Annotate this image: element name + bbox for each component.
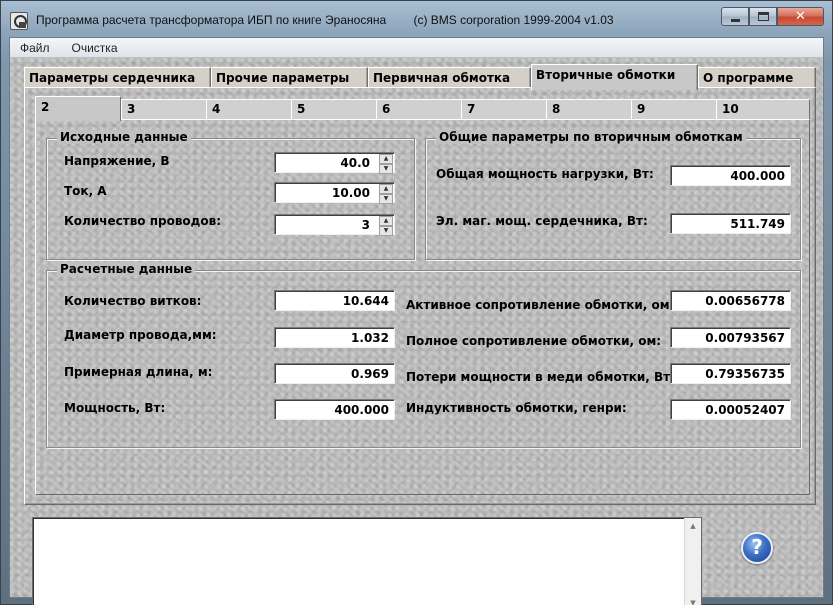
length-field[interactable]: 0.969 <box>274 363 395 384</box>
spin-up-icon[interactable]: ▲ <box>379 154 393 164</box>
subtab-9[interactable]: 9 <box>631 99 717 120</box>
load-power-label: Общая мощность нагрузки, Вт: <box>436 167 654 181</box>
subtab-6[interactable]: 6 <box>376 99 462 120</box>
full-resistance-label: Полное сопротивление обмотки, ом: <box>406 334 662 348</box>
tab-about[interactable]: О программе <box>698 67 816 89</box>
inductance-field[interactable]: 0.00052407 <box>670 399 791 420</box>
load-power-field[interactable]: 400.000 <box>670 165 791 186</box>
subtab-2[interactable]: 2 <box>35 96 121 121</box>
power-label: Мощность, Вт: <box>64 401 166 415</box>
copper-loss-label: Потери мощности в меди обмотки, Вт: <box>406 370 675 384</box>
menu-bar: Файл Очистка <box>10 38 823 58</box>
tab-secondary-windings[interactable]: Вторичные обмотки <box>531 64 698 90</box>
input-data-group: Исходные данные Напряжение, В 40.0 ▲ ▼ Т… <box>46 130 415 260</box>
winding-panel: Исходные данные Напряжение, В 40.0 ▲ ▼ Т… <box>35 119 810 495</box>
help-button[interactable]: ? <box>741 532 773 564</box>
minimize-icon <box>730 18 740 22</box>
scroll-up-icon[interactable]: ▲ <box>685 518 701 534</box>
wire-diameter-field[interactable]: 1.032 <box>274 327 395 348</box>
subtab-8[interactable]: 8 <box>546 99 632 120</box>
tab-core-params[interactable]: Параметры сердечника <box>24 67 211 89</box>
calculated-data-group: Расчетные данные Количество витков: 10.6… <box>46 262 801 448</box>
wires-spinner[interactable]: ▲ ▼ <box>379 216 393 236</box>
menu-clear[interactable]: Очистка <box>68 41 122 55</box>
current-value: 10.00 <box>332 186 370 200</box>
wire-diameter-label: Диаметр провода,мм: <box>64 328 217 342</box>
spin-down-icon[interactable]: ▼ <box>379 164 393 174</box>
memo-scrollbar[interactable]: ▲ ▼ <box>684 518 701 605</box>
power-field[interactable]: 400.000 <box>274 399 395 420</box>
general-params-title: Общие параметры по вторичным обмоткам <box>436 130 746 144</box>
close-button[interactable]: ✕ <box>777 7 824 26</box>
maximize-icon <box>757 12 769 21</box>
current-field[interactable]: 10.00 ▲ ▼ <box>274 182 395 204</box>
turns-label: Количество витков: <box>64 294 202 308</box>
spin-down-icon[interactable]: ▼ <box>379 226 393 236</box>
core-power-field[interactable]: 511.749 <box>670 213 791 234</box>
active-resistance-label: Активное сопротивление обмотки, ом: <box>406 298 675 312</box>
current-spinner[interactable]: ▲ ▼ <box>379 184 393 204</box>
app-icon[interactable] <box>10 12 28 30</box>
full-resistance-field[interactable]: 0.00793567 <box>670 327 791 348</box>
core-power-label: Эл. маг. мощ. сердечника, Вт: <box>436 214 648 228</box>
subtab-4[interactable]: 4 <box>206 99 292 120</box>
subtab-7[interactable]: 7 <box>461 99 547 120</box>
maximize-button[interactable] <box>749 7 777 26</box>
window-copyright: (c) BMS corporation 1999-2004 v1.03 <box>413 13 614 27</box>
title-bar[interactable]: Программа расчета трансформатора ИБП по … <box>1 1 832 37</box>
winding-subtabs: 2 3 4 5 6 7 8 9 10 <box>35 96 810 121</box>
scroll-down-icon[interactable]: ▼ <box>685 595 701 605</box>
tab-other-params[interactable]: Прочие параметры <box>211 67 368 89</box>
wires-value: 3 <box>361 218 370 232</box>
close-icon: ✕ <box>795 9 806 24</box>
subtab-5[interactable]: 5 <box>291 99 377 120</box>
menu-file[interactable]: Файл <box>16 41 54 55</box>
wires-label: Количество проводов: <box>64 214 222 228</box>
voltage-label: Напряжение, В <box>64 154 170 168</box>
calculated-data-title: Расчетные данные <box>57 262 196 276</box>
copper-loss-field[interactable]: 0.79356735 <box>670 363 791 384</box>
main-area: Параметры сердечника Прочие параметры Пе… <box>10 58 823 605</box>
voltage-field[interactable]: 40.0 ▲ ▼ <box>274 152 395 174</box>
log-memo[interactable]: ▲ ▼ <box>32 517 702 605</box>
wires-field[interactable]: 3 ▲ ▼ <box>274 214 395 236</box>
minimize-button[interactable] <box>721 7 749 26</box>
spin-down-icon[interactable]: ▼ <box>379 194 393 204</box>
turns-field[interactable]: 10.644 <box>274 290 395 311</box>
general-params-group: Общие параметры по вторичным обмоткам Об… <box>425 130 801 260</box>
secondary-windings-panel: 2 3 4 5 6 7 8 9 10 Исходные данные Напря… <box>24 87 816 505</box>
help-icon: ? <box>751 535 763 559</box>
window-controls: ✕ <box>721 7 824 26</box>
client-area: Файл Очистка Параметры сердечника Прочие… <box>9 37 824 605</box>
voltage-value: 40.0 <box>340 156 370 170</box>
current-label: Ток, А <box>64 184 107 198</box>
spin-up-icon[interactable]: ▲ <box>379 184 393 194</box>
inductance-label: Индуктивность обмотки, генри: <box>406 401 627 415</box>
app-window: Программа расчета трансформатора ИБП по … <box>0 0 833 605</box>
subtab-10[interactable]: 10 <box>716 99 810 120</box>
subtab-3[interactable]: 3 <box>121 99 207 120</box>
active-resistance-field[interactable]: 0.00656778 <box>670 290 791 311</box>
window-title: Программа расчета трансформатора ИБП по … <box>36 13 638 27</box>
length-label: Примерная длина, м: <box>64 365 213 379</box>
input-data-title: Исходные данные <box>57 130 191 144</box>
main-tabs: Параметры сердечника Прочие параметры Пе… <box>24 64 816 90</box>
spin-up-icon[interactable]: ▲ <box>379 216 393 226</box>
tab-primary-winding[interactable]: Первичная обмотка <box>368 67 531 89</box>
window-title-text: Программа расчета трансформатора ИБП по … <box>36 13 387 27</box>
voltage-spinner[interactable]: ▲ ▼ <box>379 154 393 174</box>
